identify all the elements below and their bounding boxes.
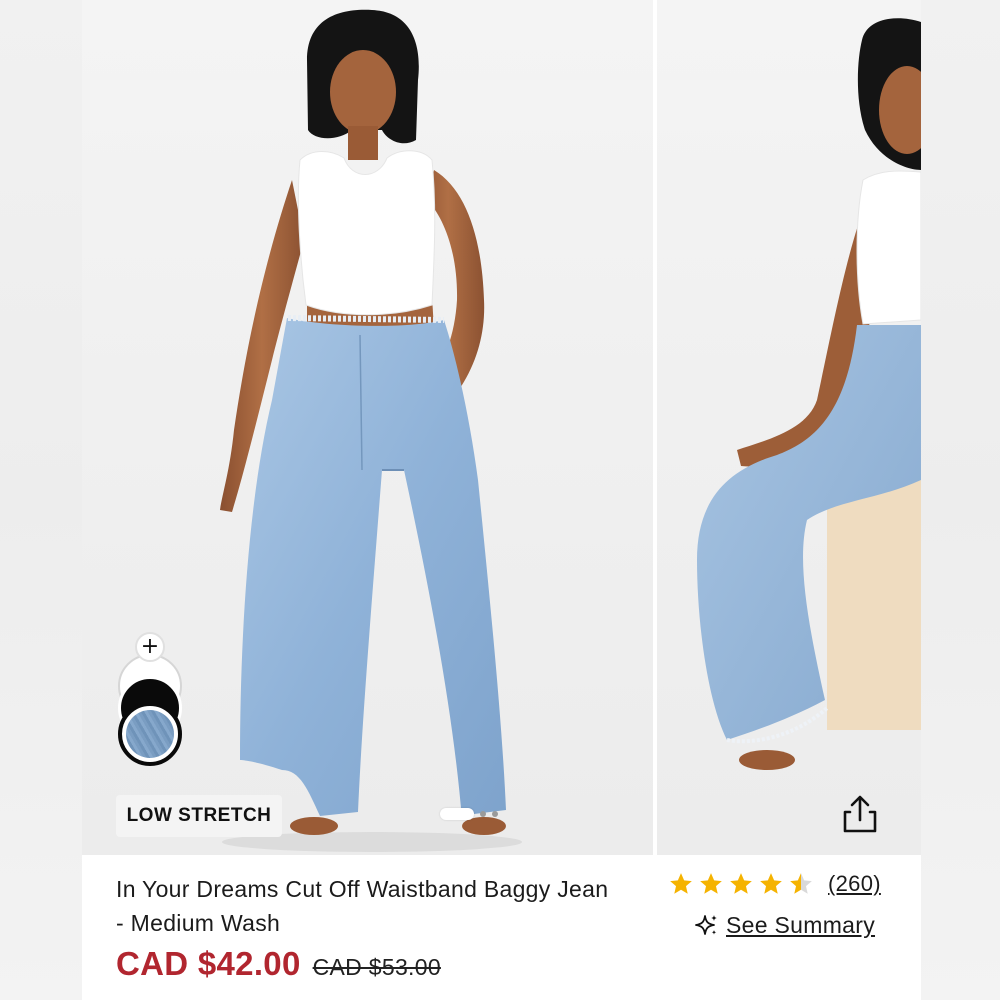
sale-price: CAD $42.00 bbox=[116, 945, 301, 982]
original-price: CAD $53.00 bbox=[312, 954, 441, 980]
pagination-dot[interactable] bbox=[480, 811, 486, 817]
color-swatch-selector: + bbox=[116, 632, 184, 770]
star-icon bbox=[668, 871, 694, 897]
pagination-dot-active[interactable] bbox=[440, 808, 474, 820]
see-summary-label[interactable]: See Summary bbox=[726, 912, 875, 939]
product-image-front[interactable]: + LOW STRETCH bbox=[82, 0, 653, 855]
star-icon bbox=[788, 871, 814, 897]
star-icon bbox=[758, 871, 784, 897]
product-image-carousel[interactable]: + LOW STRETCH bbox=[82, 0, 921, 855]
stretch-badge: LOW STRETCH bbox=[116, 795, 282, 837]
product-title[interactable]: In Your Dreams Cut Off Waistband Baggy J… bbox=[116, 872, 616, 940]
star-icon bbox=[698, 871, 724, 897]
left-backdrop bbox=[0, 0, 82, 1000]
star-rating bbox=[668, 871, 814, 897]
rating-summary[interactable]: (260) bbox=[668, 871, 881, 897]
price-row: CAD $42.00 CAD $53.00 bbox=[116, 945, 441, 983]
product-page: + LOW STRETCH In Your Dreams Cut Off Wai… bbox=[82, 0, 921, 1000]
carousel-pagination bbox=[440, 807, 498, 821]
review-count-link[interactable]: (260) bbox=[828, 871, 881, 897]
add-swatch-button[interactable]: + bbox=[135, 632, 165, 662]
plus-icon: + bbox=[140, 634, 160, 659]
share-button[interactable] bbox=[836, 790, 884, 838]
share-icon bbox=[843, 795, 877, 833]
pagination-dot[interactable] bbox=[492, 811, 498, 817]
product-info: In Your Dreams Cut Off Waistband Baggy J… bbox=[82, 855, 921, 1000]
denim-texture bbox=[126, 710, 174, 758]
model-seated-illustration bbox=[697, 18, 921, 770]
product-image-seated[interactable] bbox=[657, 0, 921, 855]
see-summary-link[interactable]: See Summary bbox=[694, 912, 875, 939]
star-icon bbox=[728, 871, 754, 897]
swatch-medium-wash[interactable] bbox=[118, 702, 182, 766]
right-backdrop bbox=[921, 0, 1000, 1000]
sparkle-icon bbox=[695, 914, 717, 935]
